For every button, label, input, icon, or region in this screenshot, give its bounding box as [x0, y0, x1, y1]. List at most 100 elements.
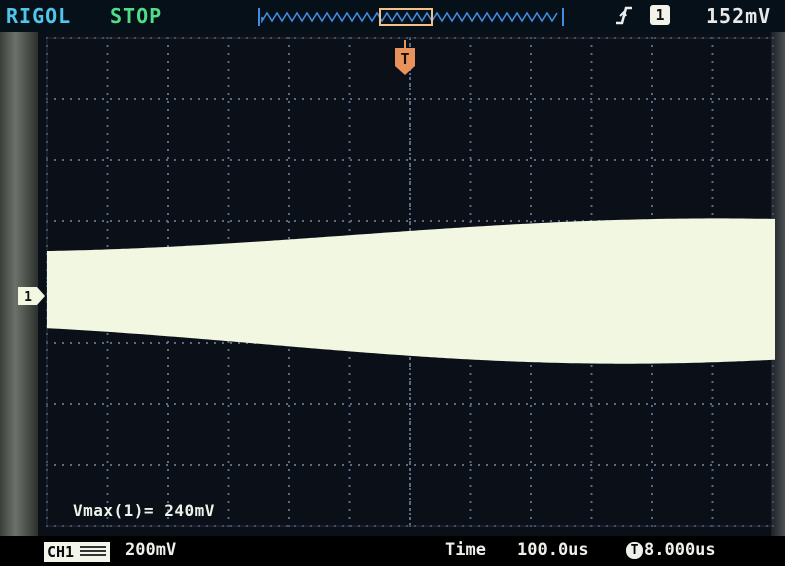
grid-dot — [246, 220, 248, 222]
grid-dot — [270, 403, 272, 405]
grid-dot — [374, 220, 376, 222]
grid-dot — [227, 141, 230, 143]
grid-dot — [530, 77, 532, 79]
grid-dot — [530, 125, 532, 127]
grid-dot — [651, 437, 653, 439]
grid-dot — [469, 141, 472, 143]
grid-dot — [270, 98, 272, 100]
grid-dot — [598, 403, 600, 405]
grid-dot — [348, 469, 351, 471]
grid-dot — [110, 220, 112, 222]
grid-dot — [182, 403, 184, 405]
grid-dot — [530, 485, 532, 487]
grid-dot — [711, 117, 714, 119]
grid-dot — [142, 403, 144, 405]
grid-dot — [711, 477, 714, 479]
channel-1-tag[interactable]: CH1 — [44, 542, 110, 562]
grid-dot — [590, 101, 593, 103]
grid-dot — [190, 342, 192, 344]
grid-dot — [530, 197, 532, 199]
grid-dot — [288, 397, 290, 399]
grid-dot — [238, 220, 240, 222]
grid-dot — [438, 464, 440, 466]
grid-dot — [348, 149, 351, 151]
grid-dot — [326, 159, 328, 161]
grid-dot — [422, 220, 424, 222]
grid-dot — [590, 429, 593, 431]
grid-dot — [662, 159, 664, 161]
grid-dot — [348, 173, 351, 175]
grid-dot — [70, 403, 72, 405]
grid-dot — [348, 373, 351, 375]
grid-dot — [582, 159, 584, 161]
grid-dot — [711, 373, 714, 375]
grid-dot — [382, 403, 384, 405]
grid-dot — [166, 98, 168, 100]
grid-dot — [288, 213, 290, 215]
grid-dot — [348, 101, 351, 103]
grid-dot — [262, 159, 264, 161]
grid-dot — [334, 220, 336, 222]
grid-dot — [530, 141, 532, 143]
grid-dot — [711, 157, 714, 159]
grid-dot — [469, 413, 472, 415]
grid-dot — [438, 403, 440, 405]
grid-dot — [711, 85, 714, 87]
grid-dot — [288, 405, 290, 407]
waveform-display — [46, 37, 775, 527]
grid-dot — [106, 229, 109, 231]
grid-dot — [174, 464, 176, 466]
grid-dot — [742, 159, 744, 161]
grid-dot — [227, 197, 230, 199]
grid-dot — [606, 98, 608, 100]
grid-dot — [530, 69, 532, 71]
grid-dot — [711, 133, 714, 135]
grid-dot — [409, 221, 411, 223]
grid-dot — [651, 45, 653, 47]
grid-dot — [534, 464, 536, 466]
grid-dot — [654, 464, 656, 466]
grid-dot — [110, 98, 112, 100]
grid-dot — [348, 485, 351, 487]
grid-dot — [470, 403, 472, 405]
grid-dot — [711, 77, 714, 79]
grid-dot — [711, 213, 714, 215]
grid-dot — [694, 98, 696, 100]
grid-dot — [288, 421, 290, 423]
grid-dot — [206, 342, 208, 344]
grid-dot — [566, 159, 568, 161]
grid-dot — [227, 109, 230, 111]
grid-dot — [158, 464, 160, 466]
grid-dot — [518, 220, 520, 222]
grid-dot — [590, 413, 593, 415]
grid-dot — [486, 98, 488, 100]
grid-dot — [106, 469, 109, 471]
grid-dot — [686, 403, 688, 405]
grid-dot — [326, 464, 328, 466]
grid-dot — [469, 133, 472, 135]
grid-dot — [106, 397, 109, 399]
grid-dot — [167, 109, 169, 111]
grid-dot — [167, 429, 169, 431]
grid-dot — [574, 98, 576, 100]
grid-dot — [454, 464, 456, 466]
grid-dot — [711, 437, 714, 439]
grid-dot — [118, 464, 120, 466]
grid-dot — [711, 141, 714, 143]
grid-dot — [288, 117, 290, 119]
grid-dot — [638, 403, 640, 405]
grid-dot — [530, 461, 532, 463]
grid-dot — [167, 77, 169, 79]
grid-dot — [651, 109, 653, 111]
grid-dot — [598, 98, 600, 100]
grid-dot — [390, 220, 392, 222]
grid-dot — [227, 349, 230, 351]
grid-dot — [167, 117, 169, 119]
grid-dot — [502, 220, 504, 222]
grid-dot — [550, 159, 552, 161]
grid-dot — [167, 397, 169, 399]
grid-dot — [550, 403, 552, 405]
grid-dot — [409, 141, 411, 143]
grid-dot — [686, 98, 688, 100]
grid-dot — [651, 453, 653, 455]
